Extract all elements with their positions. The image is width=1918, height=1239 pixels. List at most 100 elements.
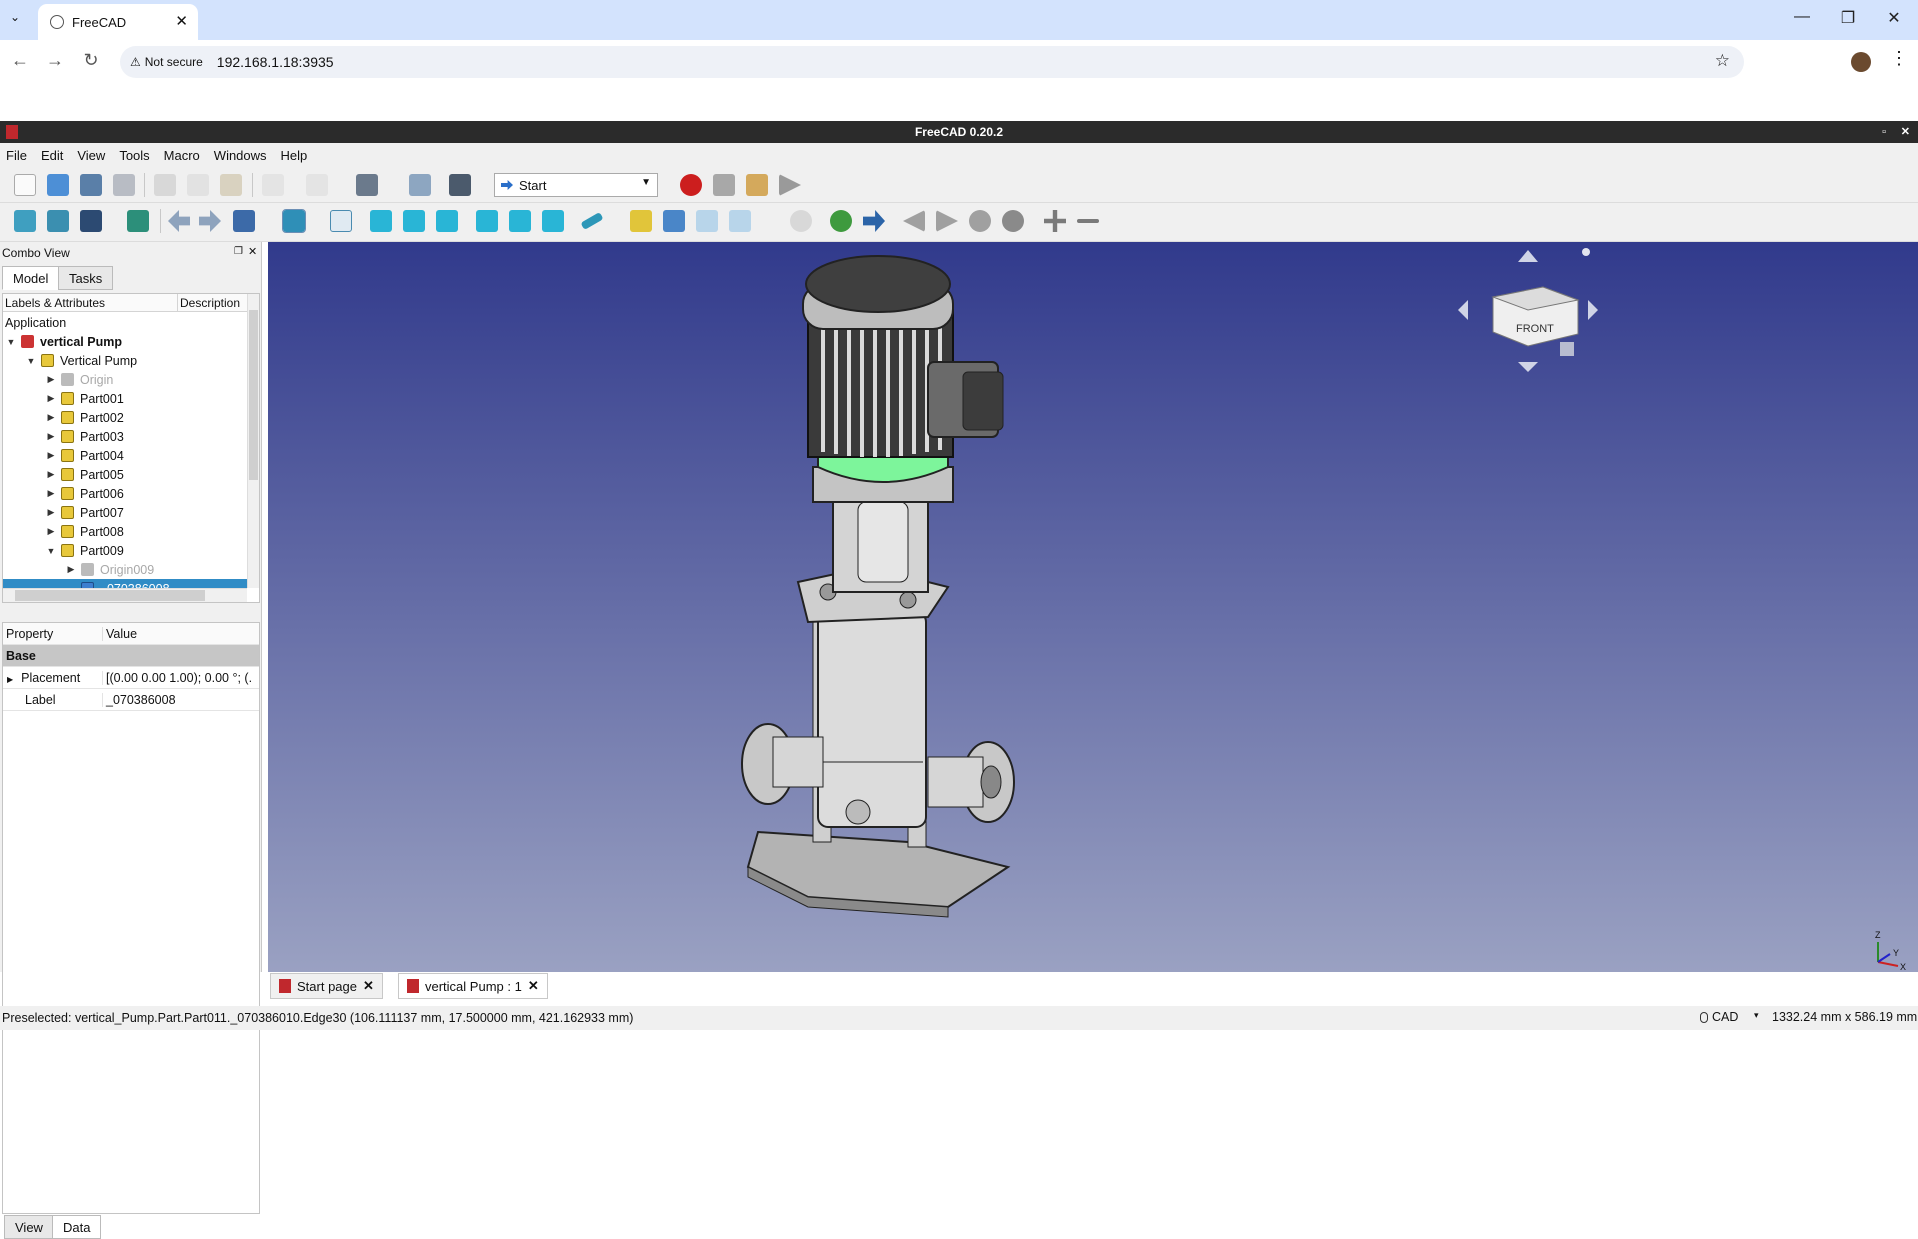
close-tab-icon[interactable]: ✕	[175, 12, 188, 30]
tab-model[interactable]: Model	[2, 266, 60, 290]
tree-vertical-scrollbar[interactable]	[247, 294, 259, 588]
menu-file[interactable]: File	[6, 148, 27, 163]
placement-value[interactable]: [(0.00 0.00 1.00); 0.00 °; (...	[103, 671, 253, 685]
tree-item[interactable]: ▶ Origin	[45, 370, 114, 389]
save-as-icon[interactable]	[113, 174, 135, 196]
tree-header-labels[interactable]: Labels & Attributes	[3, 294, 178, 311]
undo-icon[interactable]	[262, 174, 284, 196]
tree-item[interactable]: ▼ vertical Pump	[5, 332, 122, 351]
tab-view[interactable]: View	[4, 1215, 54, 1239]
expand-icon[interactable]: ▶	[45, 469, 57, 480]
close-tab-icon[interactable]: ✕	[363, 978, 374, 994]
sync-view-icon[interactable]	[233, 210, 255, 232]
close-panel-icon[interactable]: ✕	[248, 245, 257, 258]
back-icon[interactable]: ←	[8, 50, 32, 71]
tree-item[interactable]: Application	[3, 313, 66, 332]
tree-horizontal-scrollbar[interactable]	[3, 588, 247, 602]
nav-style-dropdown-icon[interactable]: ▾	[1754, 1010, 1759, 1021]
expand-icon[interactable]: ▶	[45, 507, 57, 518]
tree-item[interactable]: ▶ Origin009	[65, 560, 155, 579]
property-col-header[interactable]: Property	[3, 626, 103, 641]
close-window-icon[interactable]: ✕	[1874, 8, 1914, 28]
zoom-in-icon[interactable]	[1044, 210, 1066, 232]
navigation-style[interactable]: CAD	[1700, 1010, 1738, 1024]
expand-icon[interactable]: ▶	[65, 564, 77, 575]
restore-icon[interactable]: ❐	[1828, 8, 1868, 28]
top-view-icon[interactable]	[403, 210, 425, 232]
tree-item[interactable]: ▶ Part004	[45, 446, 124, 465]
property-row-placement[interactable]: ▶ Placement [(0.00 0.00 1.00); 0.00 °; (.…	[3, 667, 259, 689]
property-group-base[interactable]: Base	[3, 645, 259, 667]
recompute-icon[interactable]	[409, 174, 431, 196]
security-chip[interactable]: ⚠ Not secure	[130, 55, 203, 69]
measure-icon[interactable]	[580, 212, 604, 230]
forward-icon[interactable]: →	[43, 50, 67, 71]
expand-icon[interactable]: ▶	[45, 450, 57, 461]
forward-view-icon[interactable]	[199, 210, 221, 232]
fit-selection-icon[interactable]	[47, 210, 69, 232]
tree-item[interactable]: ▶ Part008	[45, 522, 124, 541]
tree-item[interactable]: ▼ Vertical Pump	[25, 351, 138, 370]
tree-item[interactable]: ▶ Part003	[45, 427, 124, 446]
navigation-cube[interactable]: FRONT	[1458, 248, 1598, 372]
property-row-label[interactable]: Label _070386008	[3, 689, 259, 711]
workbench-selector[interactable]: Start ▼	[494, 173, 658, 197]
tab-start-page[interactable]: Start page ✕	[270, 973, 383, 999]
3d-viewport[interactable]: FRONT Z X Y	[268, 242, 1918, 972]
expand-icon[interactable]: ▶	[45, 374, 57, 385]
stop-macro-icon[interactable]	[713, 174, 735, 196]
menu-help[interactable]: Help	[281, 148, 308, 163]
tab-search-icon[interactable]: ⌄	[10, 10, 20, 24]
front-view-icon[interactable]	[370, 210, 392, 232]
tree-item[interactable]: ▶ Part005	[45, 465, 124, 484]
menu-edit[interactable]: Edit	[41, 148, 63, 163]
expand-icon[interactable]: ▶	[45, 393, 57, 404]
bottom-view-icon[interactable]	[509, 210, 531, 232]
tab-data[interactable]: Data	[52, 1215, 102, 1239]
reload-icon[interactable]: ↻	[79, 50, 103, 71]
tree-item[interactable]: ▶ Part002	[45, 408, 124, 427]
tab-vertical-pump[interactable]: vertical Pump : 1 ✕	[398, 973, 548, 999]
rear-view-icon[interactable]	[476, 210, 498, 232]
collapse-icon[interactable]: ▼	[25, 356, 37, 366]
whats-this-icon[interactable]	[449, 174, 471, 196]
close-tab-icon[interactable]: ✕	[528, 978, 539, 994]
tree-item[interactable]: ▶ Part006	[45, 484, 124, 503]
tree-item[interactable]: ▼ Part009	[45, 541, 124, 560]
bookmark-star-icon[interactable]: ☆	[1715, 51, 1730, 71]
label-value[interactable]: _070386008	[103, 693, 176, 707]
cut-icon[interactable]	[154, 174, 176, 196]
collapse-icon[interactable]: ▼	[45, 546, 57, 556]
right-view-icon[interactable]	[436, 210, 458, 232]
expand-icon[interactable]: ▶	[45, 488, 57, 499]
menu-macro[interactable]: Macro	[164, 148, 200, 163]
web-back-icon[interactable]	[903, 210, 925, 232]
create-link-icon[interactable]	[696, 210, 718, 232]
copy-icon[interactable]	[187, 174, 209, 196]
profile-avatar[interactable]	[1851, 52, 1871, 72]
run-macro-icon[interactable]	[779, 174, 801, 196]
expand-icon[interactable]: ▶	[45, 526, 57, 537]
save-icon[interactable]	[80, 174, 102, 196]
left-view-icon[interactable]	[542, 210, 564, 232]
pump-model[interactable]: FRONT Z X Y	[268, 242, 1918, 972]
web-next-icon[interactable]	[936, 210, 958, 232]
tree-hscroll-thumb[interactable]	[15, 590, 205, 601]
paste-icon[interactable]	[220, 174, 242, 196]
web-refresh-icon[interactable]	[969, 210, 991, 232]
edit-macro-icon[interactable]	[746, 174, 768, 196]
browser-tab[interactable]: FreeCAD ✕	[38, 4, 198, 40]
draw-style-icon[interactable]	[80, 210, 102, 232]
float-icon[interactable]: ▫	[1882, 121, 1886, 143]
create-group-icon[interactable]	[663, 210, 685, 232]
tree-header-description[interactable]: Description	[178, 294, 240, 311]
tab-tasks[interactable]: Tasks	[58, 266, 114, 290]
back-view-icon[interactable]	[168, 210, 190, 232]
collapse-icon[interactable]: ▼	[5, 337, 17, 347]
refresh-check-icon[interactable]	[356, 174, 378, 196]
menu-view[interactable]: View	[77, 148, 105, 163]
more-menu-icon[interactable]: ⋮	[1890, 48, 1908, 69]
tree-item[interactable]: ▶ Part007	[45, 503, 124, 522]
isometric-view-icon[interactable]	[330, 210, 352, 232]
expand-icon[interactable]: ▶	[7, 675, 13, 684]
